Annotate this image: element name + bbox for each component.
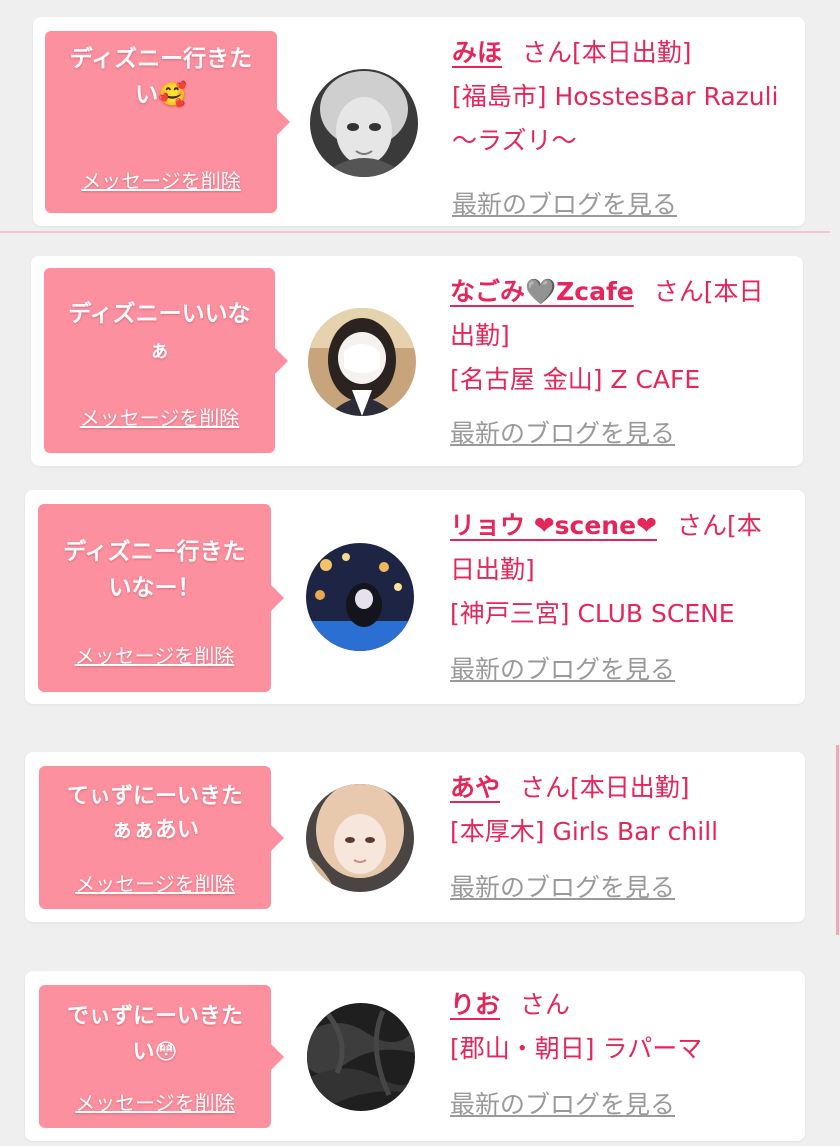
host-name-link[interactable]: みほ — [452, 38, 502, 67]
san-label: さん — [653, 277, 704, 306]
message-card: でぃずにーいきた い😳 メッセージを削除 りお さん [郡山・朝日] ラパーマ 最新… — [25, 971, 805, 1141]
host-info: あや さん[本日出勤] [本厚木] Girls Bar chill 最新のブログを… — [450, 766, 800, 910]
delete-message-link[interactable]: メッセージを削除 — [39, 868, 271, 897]
message-card: ディズニー行きた いなー！ メッセージを削除 リョウ ❤scene❤ さん[本日出勤… — [25, 490, 805, 704]
host-name-link[interactable]: あや — [450, 773, 500, 802]
latest-blog-link[interactable]: 最新のブログを見る — [452, 183, 797, 227]
message-text: ディズニー行きた いなー！ — [63, 539, 246, 601]
message-bubble: ディズニー行きた いなー！ メッセージを削除 — [38, 504, 284, 692]
delete-message-link[interactable]: メッセージを削除 — [38, 640, 271, 669]
message-bubble: ディズニー行きた い🥰 メッセージを削除 — [45, 31, 290, 213]
san-label: さん — [520, 990, 571, 1019]
shop-info: [本厚木] Girls Bar chill — [450, 817, 719, 846]
shop-info: [神戸三宮] CLUB SCENE — [450, 599, 735, 628]
avatar[interactable] — [306, 543, 414, 651]
message-bubble: てぃずにーいきた ぁぁあい メッセージを削除 — [39, 766, 284, 909]
san-label: さん — [522, 38, 573, 67]
host-name-link[interactable]: なごみ🩶Zcafe — [450, 277, 634, 306]
message-card: てぃずにーいきた ぁぁあい メッセージを削除 あや さん[本日出勤] [本厚木] G… — [25, 752, 805, 922]
delete-message-link[interactable]: メッセージを削除 — [39, 1087, 271, 1116]
divider — [0, 231, 830, 233]
work-status: [本 — [727, 511, 762, 540]
message-bubble: でぃずにーいきた い😳 メッセージを削除 — [39, 985, 284, 1128]
host-name-link[interactable]: りお — [450, 990, 500, 1019]
message-text: でぃずにーいきた い😳 — [66, 1004, 243, 1065]
delete-message-link[interactable]: メッセージを削除 — [44, 402, 275, 431]
latest-blog-link[interactable]: 最新のブログを見る — [450, 1083, 800, 1127]
latest-blog-link[interactable]: 最新のブログを見る — [450, 648, 800, 692]
san-label: さん — [520, 773, 571, 802]
san-label: さん — [677, 511, 728, 540]
work-status: [本日出勤] — [572, 38, 692, 67]
latest-blog-link[interactable]: 最新のブログを見る — [450, 412, 795, 456]
work-status-cont: 出勤] — [450, 321, 510, 350]
message-card: ディズニーいいなぁ メッセージを削除 なごみ🩶Zcafe さん[本日出勤] [名古… — [31, 256, 803, 466]
message-text: ディズニー行きた い🥰 — [69, 46, 253, 108]
host-info: みほ さん[本日出勤] [福島市] HosstesBar Razuli 〜ラズリ〜 … — [452, 31, 797, 227]
host-info: りお さん [郡山・朝日] ラパーマ 最新のブログを見る — [450, 983, 800, 1127]
latest-blog-link[interactable]: 最新のブログを見る — [450, 866, 800, 910]
shop-info: [福島市] HosstesBar Razuli 〜ラズリ〜 — [452, 82, 779, 155]
message-card: ディズニー行きた い🥰 メッセージを削除 みほ さん[本日出勤] [福島市] Hos… — [33, 17, 805, 226]
host-info: なごみ🩶Zcafe さん[本日出勤] [名古屋 金山] Z CAFE 最新のブログ… — [450, 270, 795, 456]
message-text: てぃずにーいきた ぁぁあい — [66, 784, 243, 843]
work-status: [本日 — [703, 277, 764, 306]
avatar[interactable] — [306, 784, 414, 892]
shop-info: [名古屋 金山] Z CAFE — [450, 365, 701, 394]
work-status: [本日出勤] — [570, 773, 690, 802]
work-status-cont: 日出勤] — [450, 555, 535, 584]
avatar[interactable] — [307, 1003, 415, 1111]
message-text: ディズニーいいなぁ — [68, 301, 251, 362]
delete-message-link[interactable]: メッセージを削除 — [45, 165, 277, 194]
message-bubble: ディズニーいいなぁ メッセージを削除 — [44, 268, 288, 453]
host-name-link[interactable]: リョウ ❤scene❤ — [450, 511, 657, 540]
avatar[interactable] — [308, 308, 416, 416]
scroll-edge-indicator — [836, 745, 839, 935]
shop-info: [郡山・朝日] ラパーマ — [450, 1034, 703, 1063]
avatar[interactable] — [310, 69, 418, 177]
host-info: リョウ ❤scene❤ さん[本日出勤] [神戸三宮] CLUB SCENE 最新… — [450, 504, 800, 692]
